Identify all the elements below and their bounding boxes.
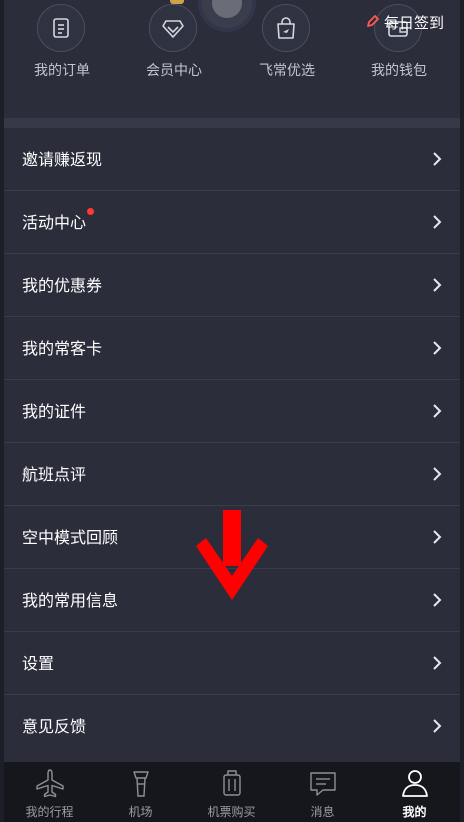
tab-label: 机票购买	[207, 805, 256, 819]
shortcut-panel: 我的订单 会员中心 飞常优选 我的钱包 每日签到	[4, 0, 460, 118]
shortcut-label: 我的订单	[34, 63, 90, 79]
chevron-right-icon	[433, 215, 442, 229]
chevron-right-icon	[433, 719, 442, 733]
chevron-right-icon	[433, 341, 442, 355]
tab-airport[interactable]: 机场	[95, 762, 186, 822]
menu-item-flight-review[interactable]: 航班点评	[4, 443, 460, 506]
tab-label: 我的	[402, 805, 427, 819]
diamond-icon	[149, 4, 197, 52]
menu-item-label: 我的优惠券	[22, 276, 103, 295]
menu-item-label: 设置	[22, 654, 55, 673]
menu-item-my-coupons[interactable]: 我的优惠券	[4, 254, 460, 317]
menu-item-label: 我的常客卡	[22, 339, 103, 358]
luggage-icon	[223, 770, 241, 796]
shopping-bag-plane-icon	[262, 4, 310, 52]
menu-item-label: 意见反馈	[22, 717, 87, 736]
menu-item-label: 我的常用信息	[22, 591, 119, 610]
order-list-icon	[37, 4, 85, 52]
menu-item-label: 航班点评	[22, 465, 87, 484]
message-icon	[310, 772, 336, 796]
tab-my-trips[interactable]: 我的行程	[4, 762, 95, 822]
chevron-right-icon	[433, 593, 442, 607]
tab-ticket-purchase[interactable]: 机票购买	[186, 762, 277, 822]
menu-item-label: 活动中心	[22, 213, 87, 232]
airplane-icon	[36, 769, 64, 798]
bottom-tab-bar: 我的行程 机场 机票购买 消息 我的	[4, 762, 460, 822]
menu-item-invite-cashback[interactable]: 邀请赚返现	[4, 128, 460, 191]
menu-item-label: 我的证件	[22, 402, 87, 421]
tab-messages[interactable]: 消息	[277, 762, 368, 822]
shortcut-label: 我的钱包	[371, 63, 427, 79]
shortcut-member-center[interactable]: 会员中心	[124, 0, 224, 90]
chevron-right-icon	[433, 404, 442, 418]
menu-item-feedback[interactable]: 意见反馈	[4, 695, 460, 758]
control-tower-icon	[133, 771, 149, 797]
menu-item-settings[interactable]: 设置	[4, 632, 460, 695]
tab-mine[interactable]: 我的	[369, 762, 460, 822]
chevron-right-icon	[433, 530, 442, 544]
chevron-right-icon	[433, 152, 442, 166]
notification-dot	[87, 208, 94, 215]
signin-label: 每日签到	[383, 14, 444, 32]
menu-item-frequent-flyer-card[interactable]: 我的常客卡	[4, 317, 460, 380]
shortcut-flying-select[interactable]: 飞常优选	[237, 0, 337, 90]
shortcut-label: 飞常优选	[259, 63, 315, 79]
menu-list: 邀请赚返现 活动中心 我的优惠券 我的常客卡 我的证件 航班点评 空中模式回顾	[4, 128, 460, 758]
menu-item-my-documents[interactable]: 我的证件	[4, 380, 460, 443]
tab-label: 消息	[310, 805, 335, 819]
chevron-right-icon	[433, 656, 442, 670]
shortcut-label: 会员中心	[146, 63, 202, 79]
daily-signin-button[interactable]: 每日签到	[366, 12, 444, 33]
pencil-icon	[366, 14, 380, 32]
scroll-down-arrow-icon	[196, 510, 268, 600]
chevron-right-icon	[433, 467, 442, 481]
section-divider	[4, 118, 460, 128]
menu-item-label: 邀请赚返现	[22, 150, 103, 169]
person-icon	[402, 770, 428, 797]
shortcut-my-orders[interactable]: 我的订单	[12, 0, 112, 90]
profile-screen: 我的订单 会员中心 飞常优选 我的钱包 每日签到 邀请赚返现 活动中心 我的优惠…	[4, 0, 460, 822]
menu-item-activity-center[interactable]: 活动中心	[4, 191, 460, 254]
menu-item-label: 空中模式回顾	[22, 528, 119, 547]
tab-label: 我的行程	[25, 805, 74, 819]
chevron-right-icon	[433, 278, 442, 292]
tab-label: 机场	[128, 805, 153, 819]
